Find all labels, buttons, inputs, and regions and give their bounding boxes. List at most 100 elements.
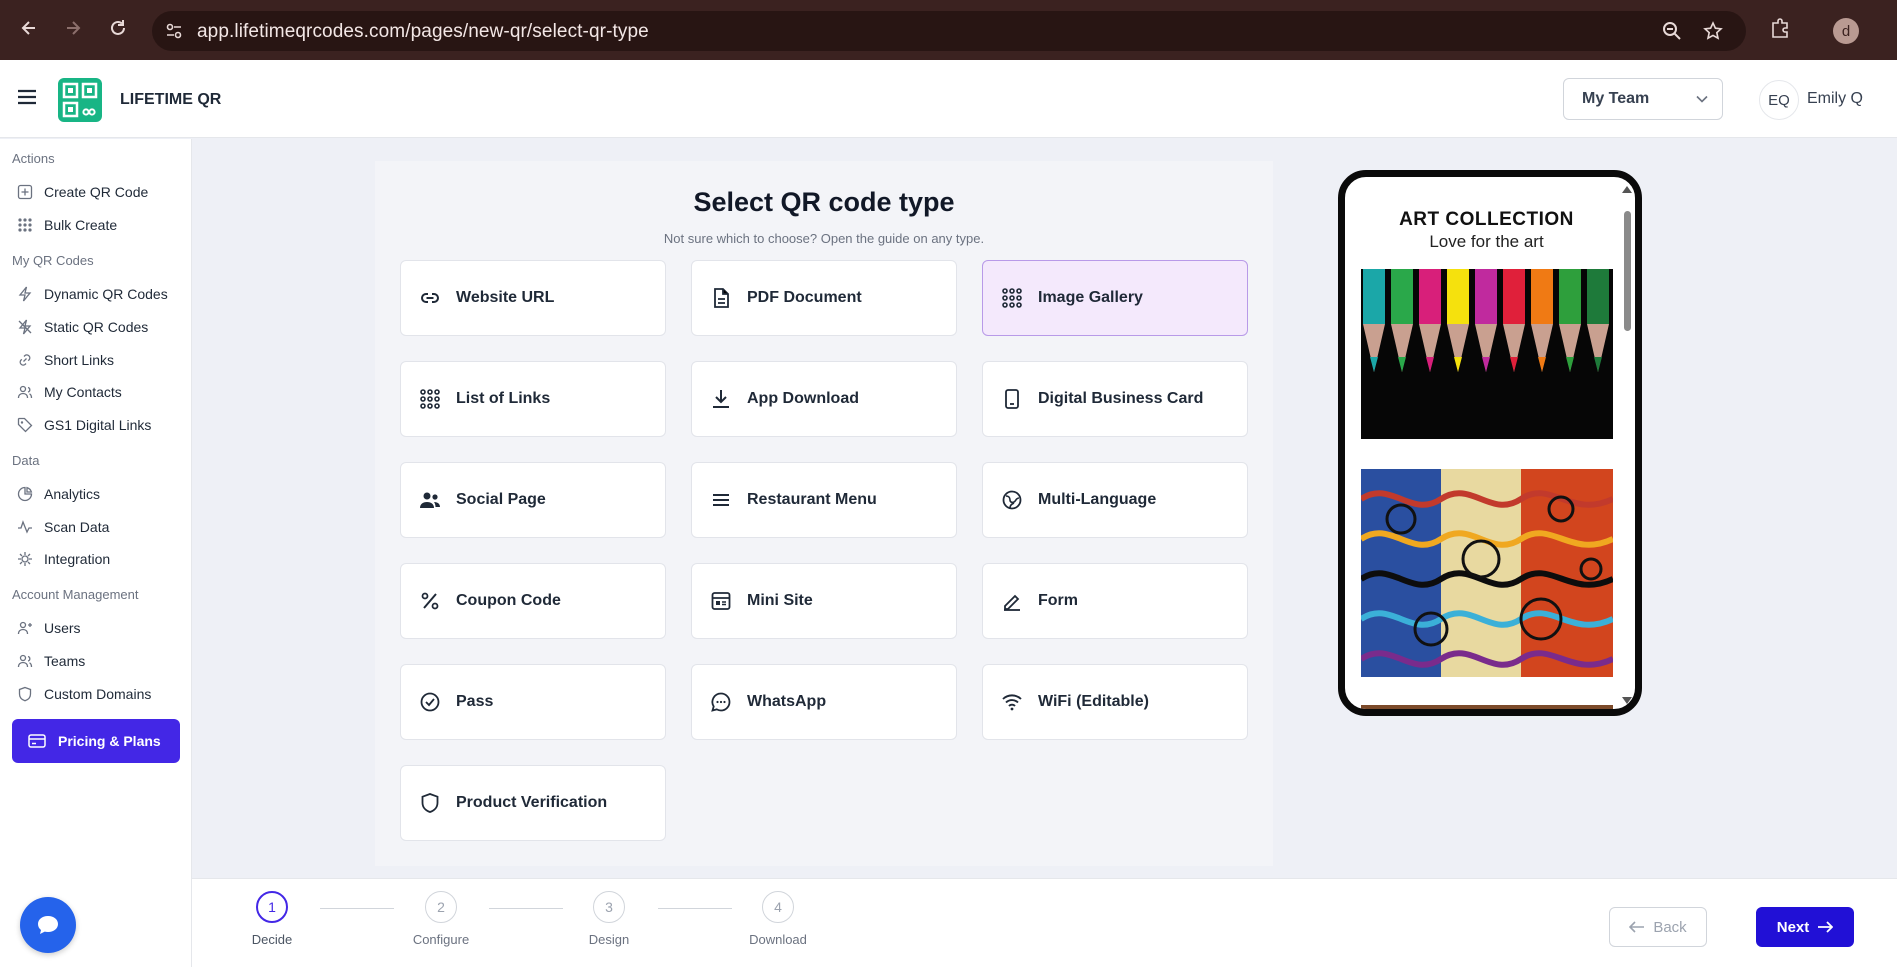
- sidebar-item-label: My Contacts: [44, 384, 122, 400]
- address-bar[interactable]: app.lifetimeqrcodes.com/pages/new-qr/sel…: [152, 11, 1746, 51]
- qr-type-label: Mini Site: [747, 592, 813, 609]
- extensions-icon[interactable]: [1765, 13, 1795, 43]
- lifetime-qr-logo: [58, 78, 102, 122]
- user-name[interactable]: Emily Q: [1807, 90, 1863, 108]
- qr-type-label: List of Links: [456, 390, 551, 407]
- sidebar-item-users[interactable]: Users: [16, 615, 81, 641]
- document-icon: [709, 286, 733, 310]
- qr-type-pass[interactable]: Pass: [400, 664, 666, 740]
- back-arrow-icon[interactable]: [14, 13, 44, 43]
- step-label: Decide: [251, 932, 293, 947]
- gallery-image-partial: [1361, 705, 1613, 709]
- arrow-right-icon: [1817, 921, 1834, 933]
- bookmark-star-icon[interactable]: [1703, 21, 1723, 41]
- zoom-icon[interactable]: [1662, 21, 1682, 41]
- step-configure[interactable]: 2 Configure: [401, 891, 481, 947]
- gallery-image-abstract: [1361, 469, 1613, 677]
- preview-scrollbar-thumb[interactable]: [1624, 211, 1631, 331]
- page-title: Select QR code type: [693, 187, 955, 217]
- sidebar-item-teams[interactable]: Teams: [16, 648, 85, 674]
- forward-arrow-icon[interactable]: [58, 13, 88, 43]
- qr-type-label: App Download: [747, 390, 859, 407]
- menu-lines-icon: [709, 488, 733, 512]
- qr-type-wifi[interactable]: WiFi (Editable): [982, 664, 1248, 740]
- sidebar-item-contacts[interactable]: My Contacts: [16, 379, 122, 405]
- phone-card-icon: [1000, 387, 1024, 411]
- qr-type-social-page[interactable]: Social Page: [400, 462, 666, 538]
- page-subtitle: Not sure which to choose? Open the guide…: [663, 231, 985, 246]
- qr-type-restaurant-menu[interactable]: Restaurant Menu: [691, 462, 957, 538]
- gallery-image-pencils: [1361, 269, 1613, 439]
- section-data: Data: [12, 453, 40, 468]
- qr-type-label: Pass: [456, 693, 494, 710]
- back-button[interactable]: Back: [1609, 907, 1707, 947]
- qr-type-pdf-document[interactable]: PDF Document: [691, 260, 957, 336]
- qr-type-digital-business-card[interactable]: Digital Business Card: [982, 361, 1248, 437]
- step-download[interactable]: 4 Download: [738, 891, 818, 947]
- sidebar-item-label: Users: [44, 620, 81, 636]
- preview-scrollbar[interactable]: [1621, 185, 1633, 705]
- qr-type-label: Digital Business Card: [1038, 390, 1204, 407]
- qr-type-product-verification[interactable]: Product Verification: [400, 765, 666, 841]
- sidebar-item-label: Dynamic QR Codes: [44, 286, 168, 302]
- qr-type-label: Multi-Language: [1038, 491, 1157, 508]
- qr-type-whatsapp[interactable]: WhatsApp: [691, 664, 957, 740]
- plus-square-icon: [16, 183, 34, 201]
- site-info-icon[interactable]: [164, 21, 184, 41]
- step-connector: [489, 908, 563, 909]
- preview-title: ART COLLECTION: [1399, 209, 1574, 230]
- pen-icon: [1000, 589, 1024, 613]
- qr-type-website-url[interactable]: Website URL: [400, 260, 666, 336]
- step-decide[interactable]: 1 Decide: [232, 891, 312, 947]
- sidebar-item-label: Teams: [44, 653, 86, 669]
- team-select-value: My Team: [1582, 90, 1650, 107]
- integration-icon: [16, 550, 34, 568]
- url-text: app.lifetimeqrcodes.com/pages/new-qr/sel…: [197, 21, 649, 42]
- sidebar-item-integration[interactable]: Integration: [16, 546, 110, 572]
- sidebar-item-label: GS1 Digital Links: [44, 417, 152, 433]
- chat-bubble-icon: [35, 913, 61, 937]
- app-header: LIFETIME QR My Team EQ Emily Q: [0, 60, 1897, 138]
- qr-type-app-download[interactable]: App Download: [691, 361, 957, 437]
- sidebar-item-custom-domains[interactable]: Custom Domains: [16, 681, 151, 707]
- qr-type-multi-language[interactable]: Multi-Language: [982, 462, 1248, 538]
- qr-type-coupon-code[interactable]: Coupon Code: [400, 563, 666, 639]
- browser-profile-avatar[interactable]: d: [1833, 18, 1859, 44]
- brand-name: LIFETIME QR: [120, 91, 222, 108]
- pricing-plans-button[interactable]: Pricing & Plans: [12, 719, 180, 763]
- qr-type-label: PDF Document: [747, 289, 862, 306]
- qr-type-label: WiFi (Editable): [1038, 693, 1149, 710]
- sidebar-item-create-qr[interactable]: Create QR Code: [16, 179, 148, 205]
- reload-icon[interactable]: [103, 13, 133, 43]
- sidebar-item-label: Short Links: [44, 352, 115, 368]
- user-avatar[interactable]: EQ: [1759, 80, 1799, 120]
- sidebar-item-analytics[interactable]: Analytics: [16, 481, 100, 507]
- stepper-footer: 1 Decide 2 Configure 3 Design 4 Download…: [192, 878, 1897, 967]
- qr-type-form[interactable]: Form: [982, 563, 1248, 639]
- sidebar-item-scan-data[interactable]: Scan Data: [16, 514, 109, 540]
- qr-type-list-of-links[interactable]: List of Links: [400, 361, 666, 437]
- sidebar-item-dynamic-qr[interactable]: Dynamic QR Codes: [16, 281, 168, 307]
- team-select[interactable]: My Team: [1563, 78, 1723, 120]
- sidebar-item-short-links[interactable]: Short Links: [16, 347, 114, 373]
- step-number: 2: [425, 891, 457, 923]
- sidebar-item-bulk-create[interactable]: Bulk Create: [16, 212, 117, 238]
- qr-type-label: Social Page: [456, 491, 546, 508]
- qr-type-mini-site[interactable]: Mini Site: [691, 563, 957, 639]
- qr-type-image-gallery[interactable]: Image Gallery: [982, 260, 1248, 336]
- sidebar: Actions Create QR Code Bulk Create My QR…: [0, 139, 192, 967]
- hamburger-menu-icon[interactable]: [16, 88, 38, 106]
- pie-chart-icon: [16, 485, 34, 503]
- step-design[interactable]: 3 Design: [569, 891, 649, 947]
- chat-icon: [709, 690, 733, 714]
- step-number: 1: [256, 891, 288, 923]
- grid-icon: [1000, 286, 1024, 310]
- chat-support-button[interactable]: [20, 897, 76, 953]
- sidebar-item-gs1-links[interactable]: GS1 Digital Links: [16, 412, 151, 438]
- globe-icon: [1000, 488, 1024, 512]
- next-button[interactable]: Next: [1756, 907, 1854, 947]
- shield-icon: [418, 791, 442, 815]
- link-icon: [16, 351, 34, 369]
- sidebar-item-static-qr[interactable]: Static QR Codes: [16, 314, 148, 340]
- step-label: Configure: [412, 932, 470, 947]
